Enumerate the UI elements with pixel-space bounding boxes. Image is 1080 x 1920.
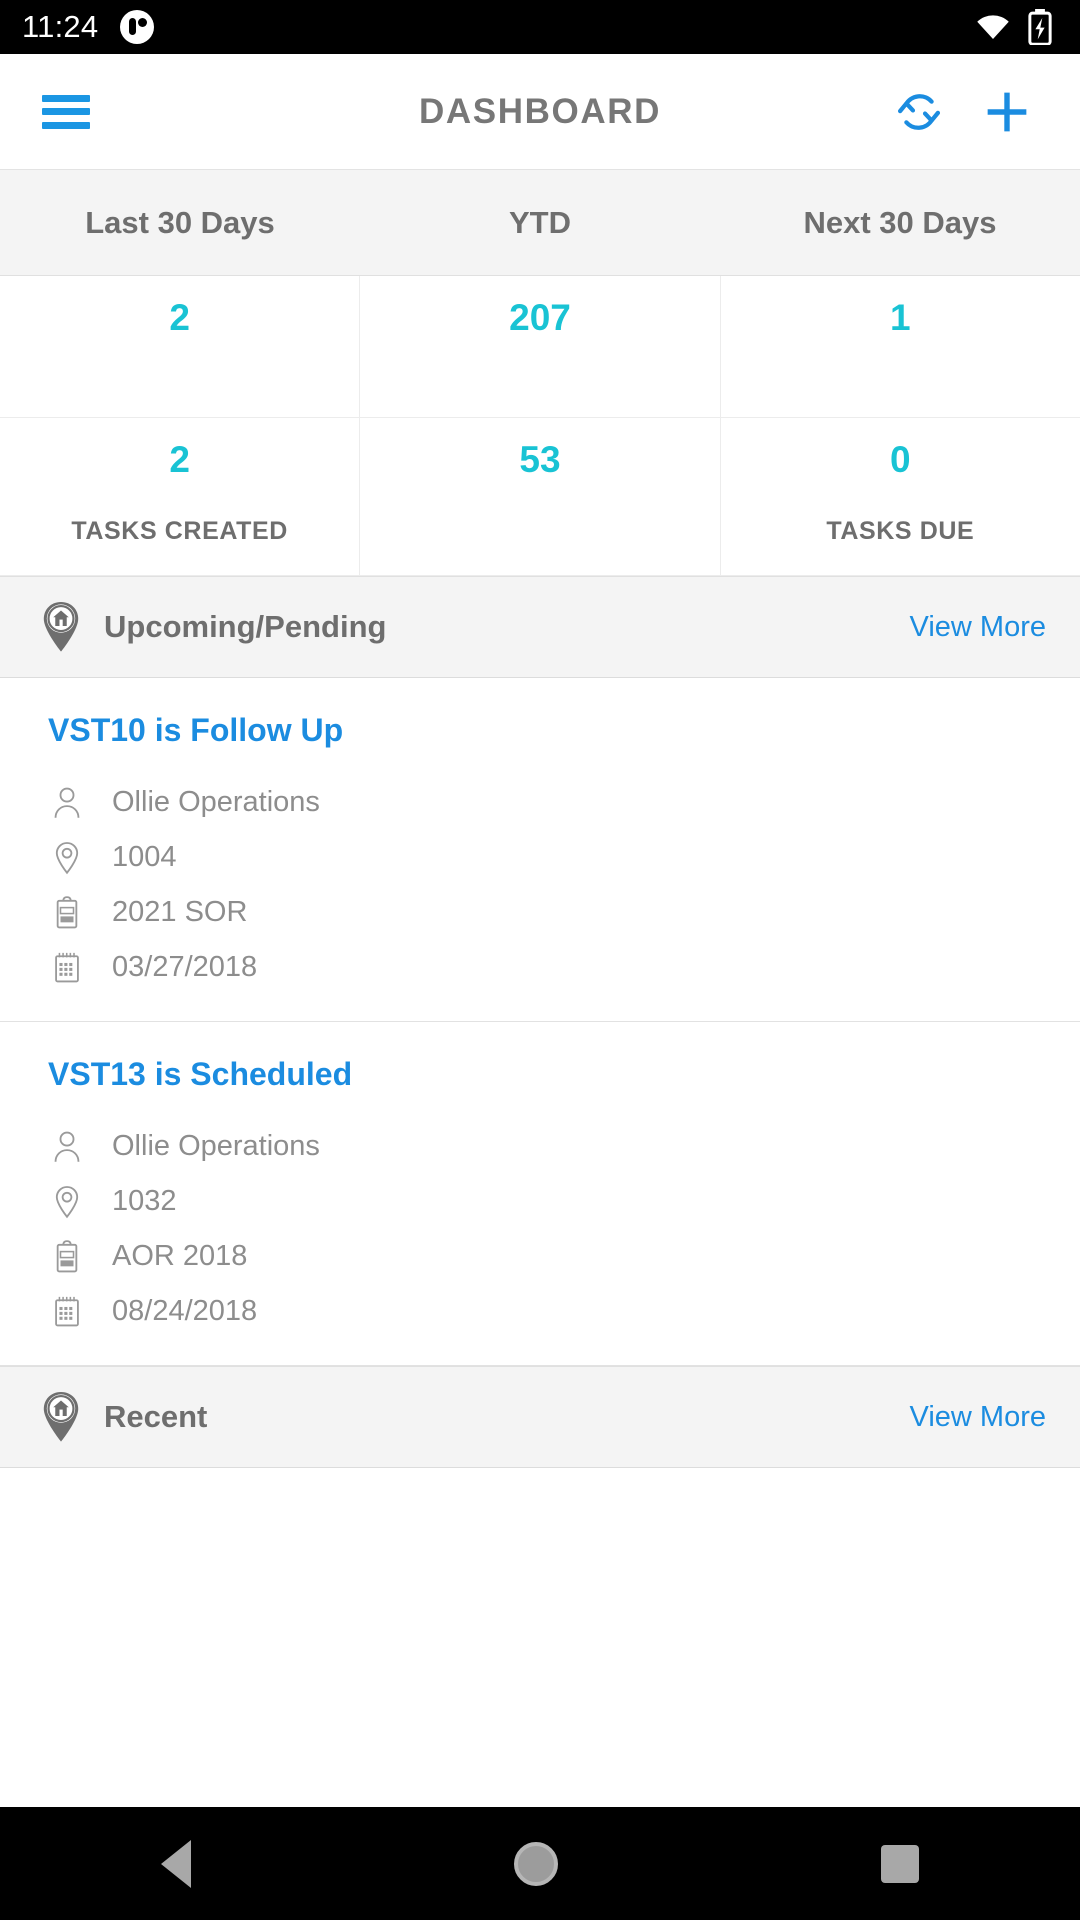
plus-add-icon[interactable] — [980, 85, 1034, 139]
recents-square-icon[interactable] — [880, 1844, 919, 1883]
list-item-location: 1032 — [112, 1185, 177, 1217]
recent-list-item-partial[interactable] — [0, 1468, 1080, 1530]
home-circle-icon[interactable] — [513, 1841, 558, 1886]
hamburger-bar — [42, 121, 90, 129]
list-item-location-row: 1032 — [48, 1174, 1080, 1229]
section-header-recent: Recent View More — [0, 1366, 1080, 1468]
list-item-date-row: 08/24/2018 — [48, 1284, 1080, 1339]
status-bar: 11:24 — [0, 0, 1080, 54]
list-item-person: Ollie Operations — [112, 786, 320, 818]
list-item-location: 1004 — [112, 841, 177, 873]
section-header-upcoming-pending: Upcoming/Pending View More — [0, 576, 1080, 678]
notification-badge-icon — [120, 10, 155, 44]
stat-cell[interactable]: 53 — [360, 418, 721, 575]
person-icon — [48, 783, 86, 823]
list-item-date: 03/27/2018 — [112, 951, 258, 983]
location-pin-icon — [48, 1182, 86, 1222]
map-pin-house-icon — [43, 602, 79, 652]
dashboard-screen: 11:24 DASHBOARD Last 30 Days YTD Next 30… — [0, 0, 1080, 1920]
list-item[interactable]: VST10 is Follow Up Ollie Operations 1004 — [0, 678, 1080, 1022]
section-title: Upcoming/Pending — [104, 609, 387, 644]
stat-value: 2 — [169, 297, 190, 338]
stat-value: 53 — [519, 439, 561, 480]
stat-cell[interactable]: 207 — [360, 276, 721, 417]
stat-cell[interactable]: 1 — [721, 276, 1080, 417]
stat-value: 2 — [169, 439, 190, 480]
stats-column-headers: Last 30 Days YTD Next 30 Days — [0, 170, 1080, 276]
view-more-link[interactable]: View More — [910, 611, 1046, 644]
person-icon — [48, 1127, 86, 1167]
back-triangle-icon[interactable] — [161, 1839, 192, 1888]
stats-header-next-30-days: Next 30 Days — [803, 204, 997, 240]
calendar-icon — [48, 948, 86, 988]
hamburger-menu-icon[interactable] — [42, 94, 90, 129]
list-item-document-row: AOR 2018 — [48, 1229, 1080, 1284]
list-item-date: 08/24/2018 — [112, 1295, 258, 1327]
stats-header-ytd: YTD — [509, 204, 571, 240]
stats-row: 2 TASKS CREATED 53 0 TASKS DUE — [0, 418, 1080, 576]
sync-refresh-icon[interactable] — [892, 85, 946, 139]
android-navigation-bar — [0, 1807, 1080, 1920]
hamburger-bar — [42, 94, 90, 102]
list-item-title[interactable]: VST10 is Follow Up — [48, 712, 1080, 749]
map-pin-house-icon — [43, 1392, 79, 1442]
list-item-person-row: Ollie Operations — [48, 775, 1080, 830]
clipboard-icon — [48, 893, 86, 933]
stat-value: 207 — [509, 297, 571, 338]
list-item-person-row: Ollie Operations — [48, 1119, 1080, 1174]
stat-label: TASKS CREATED — [71, 516, 288, 545]
list-item-document: AOR 2018 — [112, 1240, 248, 1272]
status-bar-indicators — [974, 9, 1058, 45]
stat-cell[interactable]: 0 TASKS DUE — [721, 418, 1080, 575]
stat-value: 0 — [890, 439, 911, 480]
stat-label: TASKS DUE — [826, 516, 975, 545]
section-title: Recent — [104, 1399, 208, 1434]
stat-value: 1 — [890, 297, 911, 338]
list-item-location-row: 1004 — [48, 830, 1080, 885]
stats-row: 2 207 1 — [0, 276, 1080, 418]
list-item-document: 2021 SOR — [112, 896, 248, 928]
list-item-person: Ollie Operations — [112, 1130, 320, 1162]
stats-header-last-30-days: Last 30 Days — [85, 204, 275, 240]
list-item[interactable]: VST13 is Scheduled Ollie Operations 1032 — [0, 1022, 1080, 1366]
wifi-icon — [977, 15, 1009, 39]
view-more-link[interactable]: View More — [910, 1401, 1046, 1434]
app-toolbar: DASHBOARD — [0, 54, 1080, 170]
battery-charging-icon — [1028, 9, 1052, 45]
location-pin-icon — [48, 838, 86, 878]
clipboard-icon — [48, 1237, 86, 1277]
status-bar-clock: 11:24 — [22, 9, 99, 44]
stat-cell[interactable]: 2 — [0, 276, 361, 417]
calendar-icon — [48, 1292, 86, 1332]
stat-cell[interactable]: 2 TASKS CREATED — [0, 418, 361, 575]
list-item-document-row: 2021 SOR — [48, 885, 1080, 940]
list-item-date-row: 03/27/2018 — [48, 940, 1080, 995]
toolbar-actions — [892, 85, 1080, 139]
list-item-title[interactable]: VST13 is Scheduled — [48, 1056, 1080, 1093]
hamburger-bar — [42, 108, 90, 115]
